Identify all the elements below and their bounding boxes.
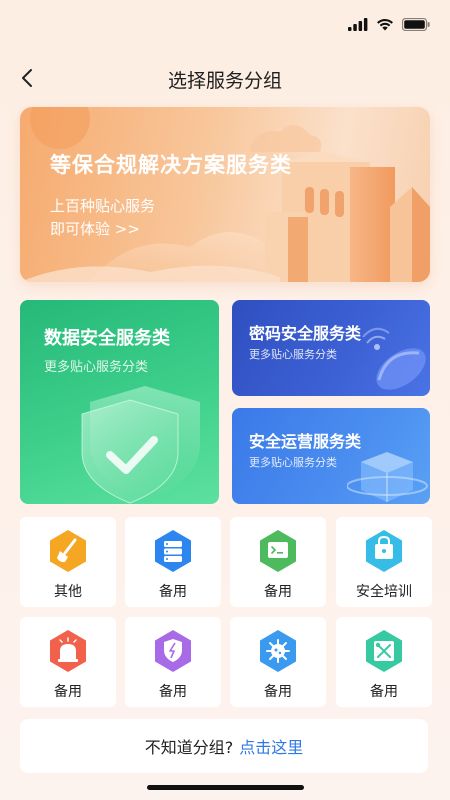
grid-item-label: 其他 bbox=[54, 584, 82, 600]
grid-item-spare-3[interactable]: 备用 bbox=[20, 617, 116, 707]
alarm-icon bbox=[50, 630, 86, 672]
card-data-security[interactable]: 数据安全服务类 更多贴心服务分类 bbox=[20, 300, 219, 504]
satellite-dish-illustration bbox=[362, 327, 426, 390]
help-text: 不知道分组? bbox=[144, 738, 234, 757]
status-bar bbox=[0, 0, 450, 50]
grid-item-label: 备用 bbox=[54, 684, 82, 700]
help-link[interactable]: 点击这里 bbox=[239, 734, 303, 758]
banner-title: 等保合规解决方案服务类 bbox=[50, 153, 292, 177]
banner-cta-link[interactable]: 即可体验 >> bbox=[50, 218, 140, 239]
wifi-icon bbox=[377, 18, 393, 31]
card-subtitle: 更多贴心服务分类 bbox=[249, 348, 337, 361]
lock-icon bbox=[366, 530, 402, 572]
tools-icon bbox=[366, 630, 402, 672]
grid-item-spare-5[interactable]: 备用 bbox=[230, 617, 326, 707]
cube-illustration bbox=[347, 452, 428, 502]
grid-item-label: 备用 bbox=[159, 584, 187, 600]
grid-item-label: 备用 bbox=[159, 684, 187, 700]
grid-item-label: 备用 bbox=[370, 684, 398, 700]
terminal-icon bbox=[260, 530, 296, 572]
grid-item-spare-1[interactable]: 备用 bbox=[125, 517, 221, 607]
card-crypto-security[interactable]: 密码安全服务类 更多贴心服务分类 bbox=[232, 300, 430, 396]
virus-icon bbox=[260, 630, 296, 672]
grid-item-label: 安全培训 bbox=[356, 584, 412, 600]
status-icons bbox=[348, 18, 430, 31]
shield-icon bbox=[155, 630, 191, 672]
card-subtitle: 更多贴心服务分类 bbox=[249, 456, 337, 469]
grid-item-security-training[interactable]: 安全培训 bbox=[336, 517, 432, 607]
grid-item-other[interactable]: 其他 bbox=[20, 517, 116, 607]
nav-header: 选择服务分组 bbox=[0, 58, 450, 98]
shield-check-illustration bbox=[81, 386, 200, 504]
page-title: 选择服务分组 bbox=[167, 70, 282, 92]
card-title: 安全运营服务类 bbox=[249, 432, 362, 451]
home-indicator bbox=[147, 785, 304, 790]
grid-item-spare-6[interactable]: 备用 bbox=[336, 617, 432, 707]
battery-icon bbox=[402, 18, 430, 31]
card-subtitle: 更多贴心服务分类 bbox=[44, 360, 149, 375]
card-title: 数据安全服务类 bbox=[44, 328, 170, 349]
grid-item-label: 备用 bbox=[264, 584, 292, 600]
broom-icon bbox=[50, 530, 86, 572]
card-security-operations[interactable]: 安全运营服务类 更多贴心服务分类 bbox=[232, 408, 430, 504]
grid-item-label: 备用 bbox=[264, 684, 292, 700]
banner-compliance-solution[interactable]: 等保合规解决方案服务类 上百种贴心服务 即可体验 >> bbox=[20, 107, 430, 282]
grid-item-spare-4[interactable]: 备用 bbox=[125, 617, 221, 707]
signal-icon bbox=[348, 18, 368, 31]
banner-subtitle: 上百种贴心服务 bbox=[50, 197, 156, 215]
server-icon bbox=[155, 530, 191, 572]
grid-item-spare-2[interactable]: 备用 bbox=[230, 517, 326, 607]
help-bar: 不知道分组? 点击这里 bbox=[20, 719, 428, 773]
card-title: 密码安全服务类 bbox=[249, 324, 362, 343]
